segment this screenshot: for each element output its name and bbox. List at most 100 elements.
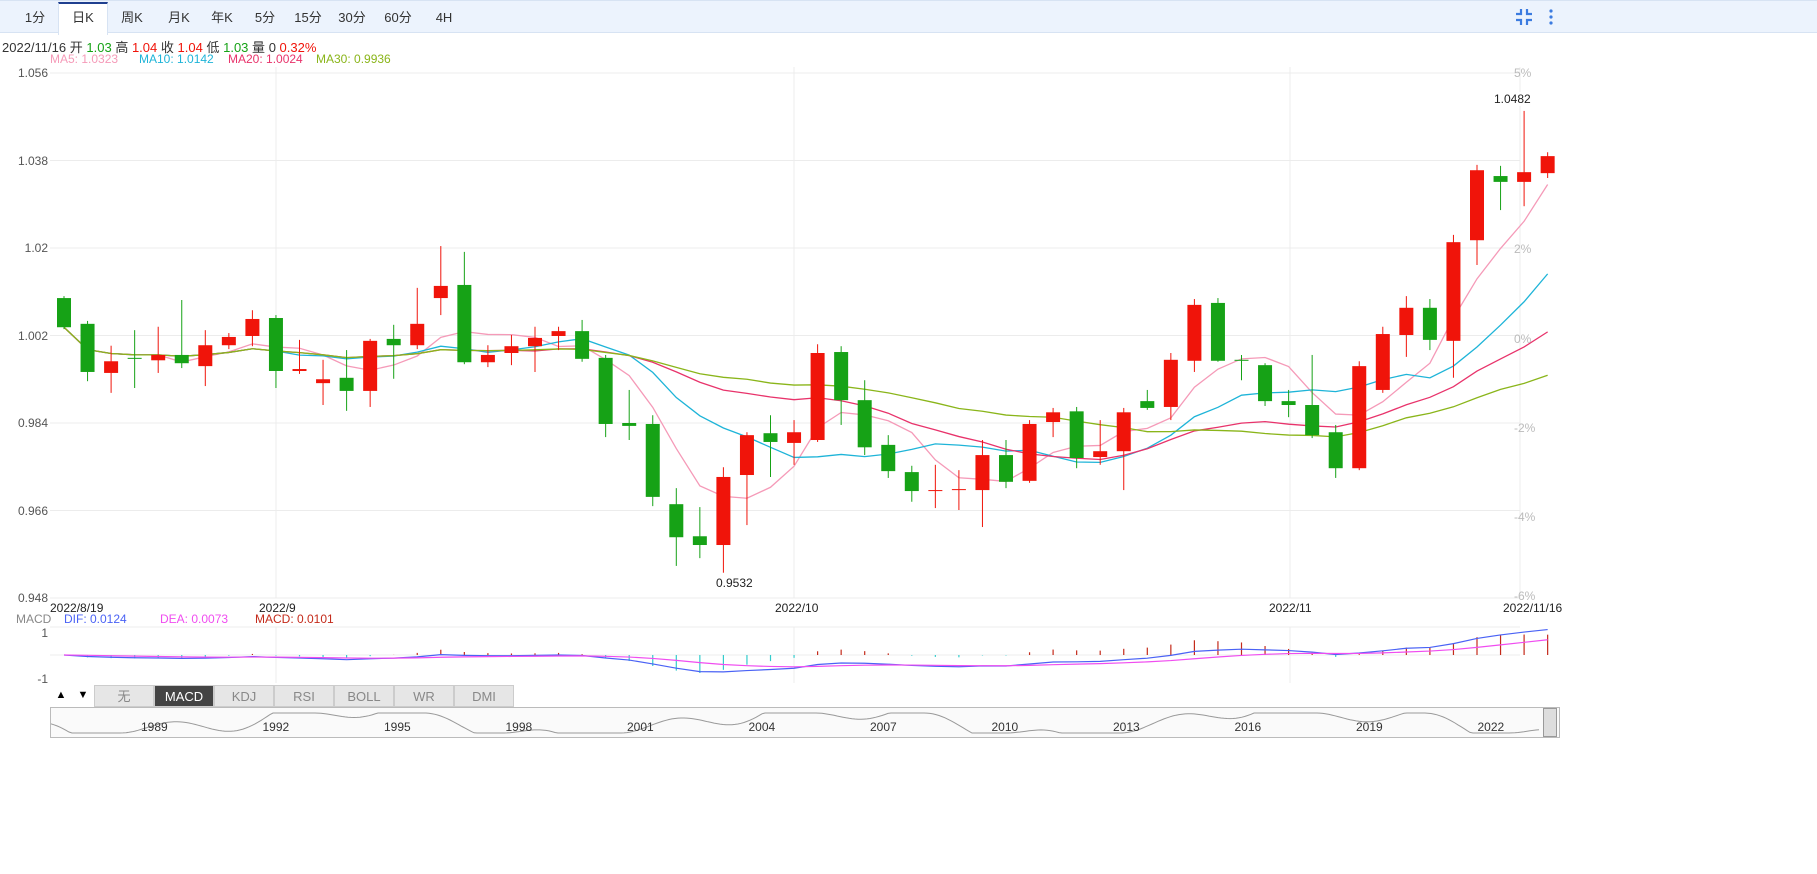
navigator-year: 1989 [141, 720, 168, 734]
candle-body [410, 323, 425, 346]
candle-body [480, 354, 495, 363]
candle-body [1399, 307, 1414, 336]
scroll-down-arrow-icon[interactable]: ▼ [72, 685, 94, 707]
candle-body [575, 331, 590, 359]
y-tick-label: 1.02 [24, 241, 48, 255]
y-tick-label: 1.038 [17, 153, 48, 168]
candle-body [645, 423, 660, 497]
navigator-year: 2016 [1234, 720, 1262, 734]
candle-body [857, 400, 872, 448]
candle-body [1352, 366, 1367, 469]
candle-body [1140, 401, 1155, 408]
candle-body [928, 490, 943, 492]
candle-body [669, 504, 684, 538]
navigator-year: 1998 [505, 720, 533, 734]
candle-body [1540, 156, 1555, 174]
candle-body [810, 353, 825, 441]
navigator-year: 2001 [627, 720, 654, 734]
x-tick-label: 2022/10 [775, 601, 819, 615]
dif-legend: DIF: 0.0124 [64, 612, 127, 626]
candle-body [999, 455, 1013, 482]
candle-body [1234, 359, 1249, 361]
candle-body [1281, 401, 1296, 406]
navigator-year: 1995 [384, 720, 411, 734]
y-tick-label: 1.002 [17, 328, 48, 343]
dif-line [63, 628, 1548, 673]
candle-body [292, 369, 307, 371]
candle-body [598, 357, 613, 424]
candle-body [716, 476, 731, 546]
macd-tick-top: 1 [41, 626, 48, 640]
scroll-up-arrow-icon[interactable]: ▲ [50, 685, 72, 707]
candlestick-chart[interactable] [0, 0, 1817, 874]
candle-body [1470, 170, 1484, 241]
macd-title: MACD [16, 612, 52, 626]
candle-body [1093, 451, 1108, 458]
candle-body [174, 354, 189, 364]
indicator-tab-wr[interactable]: WR [394, 685, 454, 707]
candle-body [433, 285, 448, 299]
candle-body [692, 536, 707, 546]
indicator-tab-boll[interactable]: BOLL [334, 685, 394, 707]
indicator-tab-rsi[interactable]: RSI [274, 685, 334, 707]
candle-body [1328, 432, 1343, 469]
navigator-year: 2004 [748, 720, 776, 734]
candle-body [198, 345, 213, 367]
candle-body [339, 377, 354, 391]
candle-body [834, 352, 849, 401]
candle-body [221, 336, 236, 346]
candle-body [763, 433, 778, 442]
candle-body [127, 357, 142, 359]
candle-body [1493, 176, 1508, 182]
macd-legend: MACD: 0.0101 [255, 612, 334, 626]
indicator-tab-macd[interactable]: MACD [154, 685, 214, 707]
min-price-label: 0.9532 [716, 576, 753, 590]
x-tick-label: 2022/11/16 [1503, 601, 1563, 615]
candle-body [528, 337, 542, 347]
candle-body [739, 435, 754, 476]
candle-body [504, 346, 519, 353]
candle-body [80, 323, 95, 372]
candle-body [151, 354, 166, 361]
candle-body [457, 284, 472, 363]
macd-tick-bottom: -1 [37, 672, 48, 686]
pct-tick-label: 2% [1514, 242, 1532, 256]
candle-body [975, 455, 990, 491]
indicator-tab-无[interactable]: 无 [94, 685, 154, 707]
candle-body [386, 338, 401, 346]
range-navigator[interactable]: 1989 1992 1995 1998 2001 2004 2007 2010 2013 2016… [50, 707, 1560, 738]
candle-body [1305, 405, 1320, 436]
indicator-tab-kdj[interactable]: KDJ [214, 685, 274, 707]
candle-body [245, 318, 260, 336]
navigator-year: 2022 [1477, 720, 1505, 734]
dea-legend: DEA: 0.0073 [160, 612, 229, 626]
candle-body [1375, 334, 1390, 390]
navigator-year: 2007 [870, 720, 897, 734]
candle-body [1069, 411, 1084, 458]
indicator-tab-dmi[interactable]: DMI [454, 685, 514, 707]
ma5-line [63, 184, 1549, 499]
pct-tick-label: 5% [1514, 66, 1532, 80]
candle-body [1258, 365, 1273, 402]
candle-body [1022, 423, 1037, 481]
candle-body [551, 331, 566, 336]
candle-body [881, 444, 896, 472]
candle-body [787, 432, 802, 443]
pct-tick-label: 0% [1514, 332, 1532, 346]
ma10-line [63, 273, 1549, 464]
candle-body [1187, 304, 1202, 361]
candle-body [1116, 412, 1131, 452]
y-tick-label: 0.984 [17, 416, 48, 430]
candle-body [363, 340, 378, 391]
pct-tick-label: -2% [1514, 421, 1536, 435]
candle-body [904, 472, 919, 492]
navigator-handle[interactable] [1543, 708, 1557, 737]
candle-body [316, 379, 331, 384]
candle-body [622, 423, 637, 426]
navigator-year: 2013 [1113, 720, 1140, 734]
indicator-tabs: ▲ ▼ 无 MACD KDJ RSI BOLL WR DMI [50, 685, 514, 707]
dea-line [63, 639, 1548, 668]
candle-body [1046, 412, 1061, 423]
navigator-year: 1992 [262, 720, 290, 734]
y-tick-label: 0.966 [17, 503, 48, 518]
